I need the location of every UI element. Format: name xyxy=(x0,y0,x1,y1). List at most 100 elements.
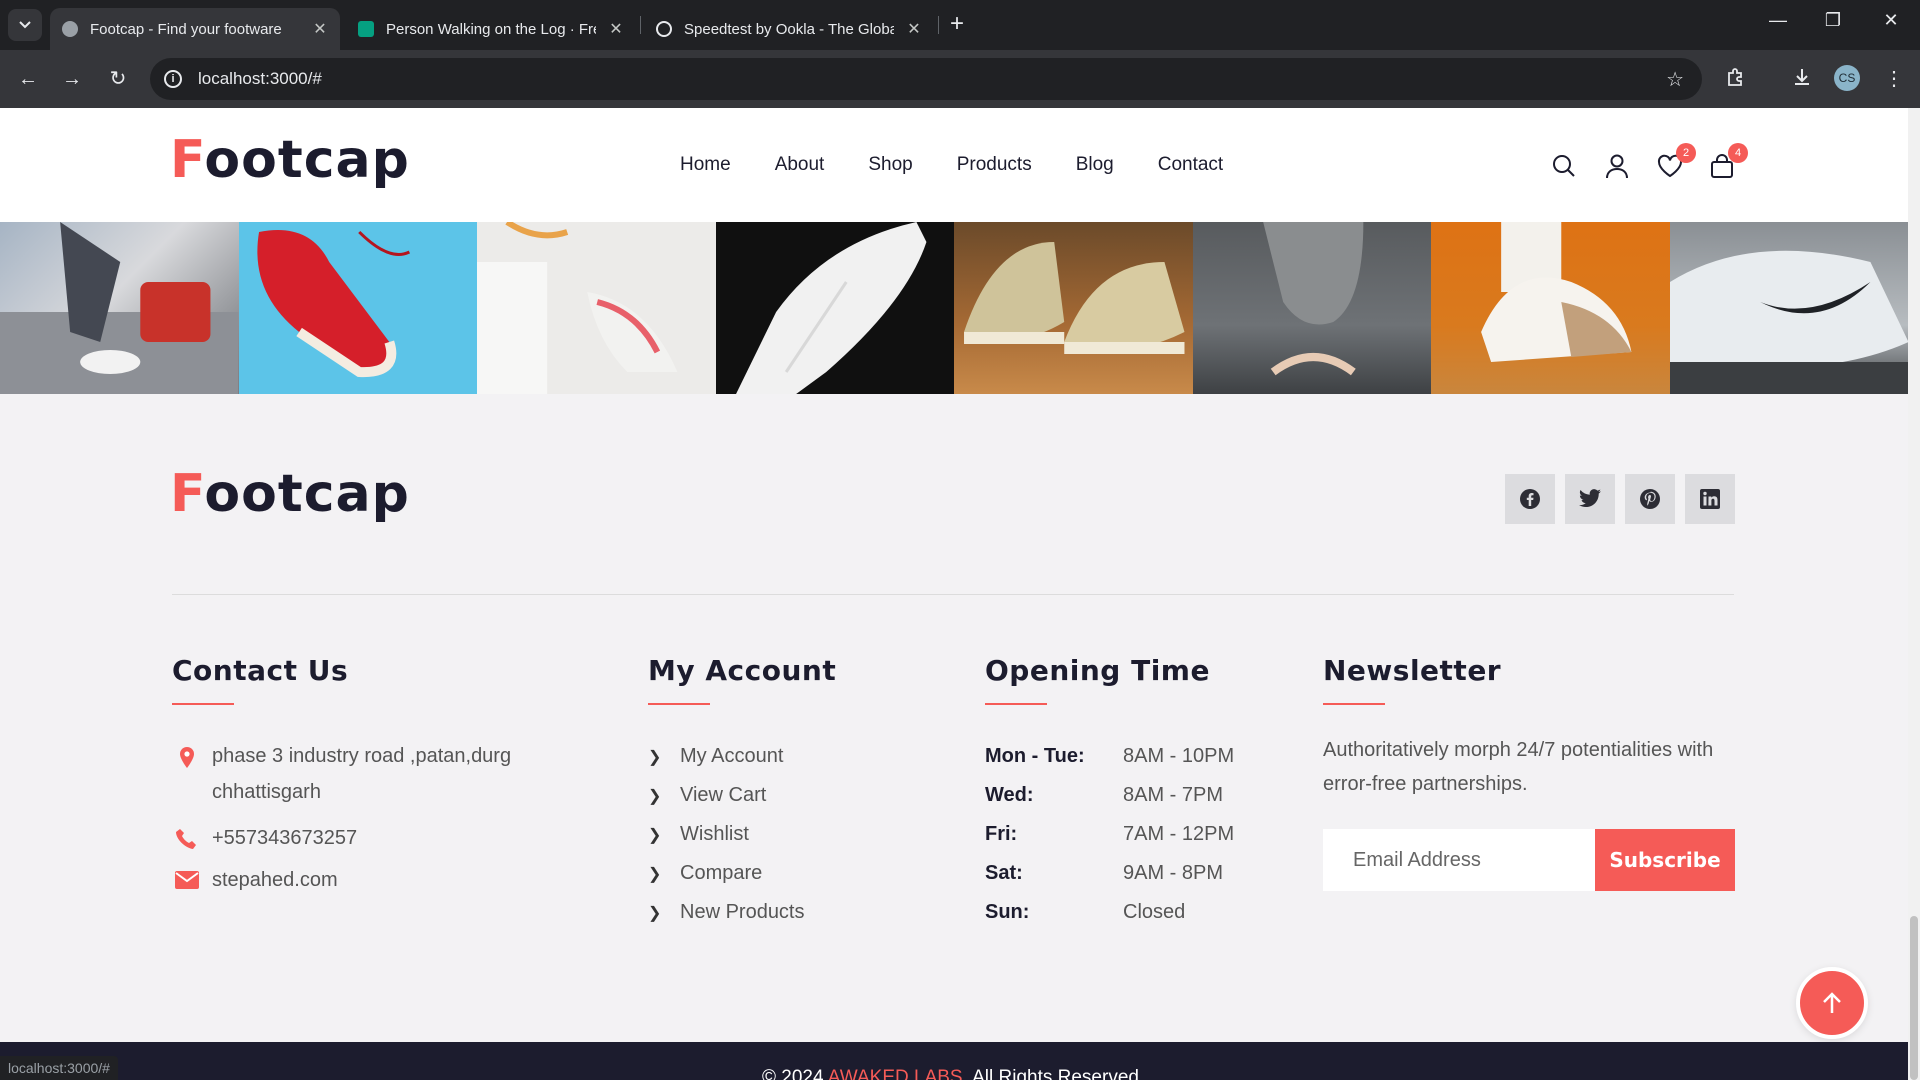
mail-icon xyxy=(172,862,202,890)
sneaker-photo xyxy=(1669,250,1908,394)
bookmark-star-icon[interactable]: ☆ xyxy=(1666,67,1684,92)
gallery-image-white-sneaker-box[interactable] xyxy=(477,222,716,394)
extensions-icon[interactable] xyxy=(1722,66,1750,94)
heading-underline xyxy=(648,703,710,705)
pinterest-button[interactable] xyxy=(1625,474,1675,524)
phone-icon xyxy=(172,820,202,850)
twitter-icon xyxy=(1579,489,1601,508)
account-link-new-products[interactable]: ❯ New Products xyxy=(648,893,836,932)
scrollbar-thumb[interactable] xyxy=(1910,916,1918,1080)
hours-row: Wed: 8AM - 7PM xyxy=(985,776,1234,815)
hours-time: 8AM - 7PM xyxy=(1123,784,1224,806)
facebook-icon xyxy=(1520,489,1540,509)
tab-close-icon[interactable]: ✕ xyxy=(606,19,626,39)
account-column: My Account ❯ My Account ❯ View Cart ❯ Wishl… xyxy=(648,654,836,932)
address-bar[interactable]: i localhost:3000/# ☆ xyxy=(150,58,1702,100)
hours-row: Mon - Tue: 8AM - 10PM xyxy=(985,737,1234,776)
heading-underline xyxy=(1323,703,1385,705)
hours-day: Fri: xyxy=(985,823,1018,845)
sneaker-photo xyxy=(735,222,926,394)
reload-icon[interactable]: ↻ xyxy=(104,67,132,91)
contact-email[interactable]: stepahed.com xyxy=(172,862,338,898)
status-bar-url: localhost:3000/# xyxy=(0,1056,118,1080)
back-arrow-icon[interactable]: ← xyxy=(14,67,42,91)
newsletter-description: Authoritatively morph 24/7 potentialitie… xyxy=(1323,739,1714,795)
browser-tab-pexels[interactable]: Person Walking on the Log · Free ✕ xyxy=(346,8,636,50)
chevron-right-icon: ❯ xyxy=(648,826,662,844)
sneaker-photo xyxy=(1262,222,1363,376)
search-button[interactable] xyxy=(1550,152,1578,180)
page-scrollbar[interactable] xyxy=(1908,108,1920,1080)
nav-shop[interactable]: Shop xyxy=(868,154,912,176)
new-tab-button[interactable]: + xyxy=(950,12,964,36)
hours-row: Sat: 9AM - 8PM xyxy=(985,854,1234,893)
sneaker-photo xyxy=(1481,222,1632,362)
heading-underline xyxy=(172,703,234,705)
nav-contact[interactable]: Contact xyxy=(1158,154,1223,176)
nav-home[interactable]: Home xyxy=(680,154,731,176)
subscribe-button[interactable]: Subscribe xyxy=(1595,829,1735,891)
tab-close-icon[interactable]: ✕ xyxy=(904,19,924,39)
account-link-wishlist[interactable]: ❯ Wishlist xyxy=(648,815,836,854)
header-logo[interactable]: Footcap xyxy=(170,130,410,190)
downloads-icon[interactable] xyxy=(1788,66,1816,94)
sneaker-photo xyxy=(256,230,410,378)
twitter-button[interactable] xyxy=(1565,474,1615,524)
contact-phone[interactable]: +557343673257 xyxy=(172,820,357,856)
hours-column: Opening Time Mon - Tue: 8AM - 10PM Wed: 8A… xyxy=(985,654,1234,932)
account-link-compare[interactable]: ❯ Compare xyxy=(648,854,836,893)
gallery-image-nike-white[interactable] xyxy=(1669,222,1908,394)
newsletter-email-input[interactable] xyxy=(1323,829,1595,891)
hours-row: Fri: 7AM - 12PM xyxy=(985,815,1234,854)
account-button[interactable] xyxy=(1603,152,1631,180)
forward-arrow-icon[interactable]: → xyxy=(58,67,86,91)
arrow-up-icon xyxy=(1823,992,1841,1013)
nav-blog[interactable]: Blog xyxy=(1076,154,1114,176)
gallery-image-red-converse[interactable] xyxy=(238,222,477,394)
gallery-image-beige-converse[interactable] xyxy=(954,222,1193,394)
tab-close-icon[interactable]: ✕ xyxy=(310,19,330,39)
pexels-icon xyxy=(358,21,374,37)
footer-logo[interactable]: Footcap xyxy=(170,464,410,524)
gallery-image-white-puma[interactable] xyxy=(715,222,954,394)
sneaker-photo xyxy=(0,222,239,394)
back-to-top-button[interactable] xyxy=(1796,967,1868,1039)
browser-tab-footcap[interactable]: Footcap - Find your footware ✕ xyxy=(50,8,340,50)
cart-button[interactable]: 4 xyxy=(1708,143,1748,180)
phone-number[interactable]: +557343673257 xyxy=(212,820,357,856)
wishlist-button[interactable]: 2 xyxy=(1656,143,1696,180)
nav-about[interactable]: About xyxy=(775,154,825,176)
browser-tab-speedtest[interactable]: Speedtest by Ookla - The Global ✕ xyxy=(644,8,934,50)
account-heading: My Account xyxy=(648,654,837,687)
hours-time: 9AM - 8PM xyxy=(1123,862,1224,884)
linkedin-button[interactable] xyxy=(1685,474,1735,524)
social-links xyxy=(1505,474,1735,524)
gallery-image-grey-knit[interactable] xyxy=(1192,222,1431,394)
copyright-suffix: . All Rights Reserved xyxy=(962,1067,1139,1080)
profile-avatar[interactable]: CS xyxy=(1834,65,1860,91)
hours-time: 8AM - 10PM xyxy=(1123,745,1235,767)
site-footer: Footcap Contact Us phase 3 industry road… xyxy=(0,394,1908,1042)
site-info-icon[interactable]: i xyxy=(164,70,182,88)
account-link-my-account[interactable]: ❯ My Account xyxy=(648,737,836,776)
minimize-icon[interactable]: — xyxy=(1758,10,1798,31)
user-icon xyxy=(1606,154,1628,179)
copyright-brand-link[interactable]: AWAKED LABS xyxy=(828,1067,963,1080)
tab-search-button[interactable] xyxy=(8,9,42,41)
instagram-gallery xyxy=(0,222,1908,394)
facebook-button[interactable] xyxy=(1505,474,1555,524)
kebab-menu-icon[interactable]: ⋮ xyxy=(1880,66,1908,91)
gallery-image-tan-sneaker[interactable] xyxy=(1431,222,1670,394)
chevron-right-icon: ❯ xyxy=(648,865,662,883)
nav-products[interactable]: Products xyxy=(957,154,1032,176)
contact-column: Contact Us phase 3 industry road ,patan,… xyxy=(172,654,592,954)
email-address[interactable]: stepahed.com xyxy=(212,862,338,898)
account-link-view-cart[interactable]: ❯ View Cart xyxy=(648,776,836,815)
close-window-icon[interactable]: ✕ xyxy=(1871,10,1911,31)
hours-day: Sat: xyxy=(985,862,1023,884)
chevron-down-icon xyxy=(19,21,31,29)
gallery-image-woman-stairs[interactable] xyxy=(0,222,239,394)
hours-day: Wed: xyxy=(985,784,1034,806)
restore-icon[interactable]: ❐ xyxy=(1813,10,1853,31)
address-bar-url[interactable]: localhost:3000/# xyxy=(198,69,322,89)
